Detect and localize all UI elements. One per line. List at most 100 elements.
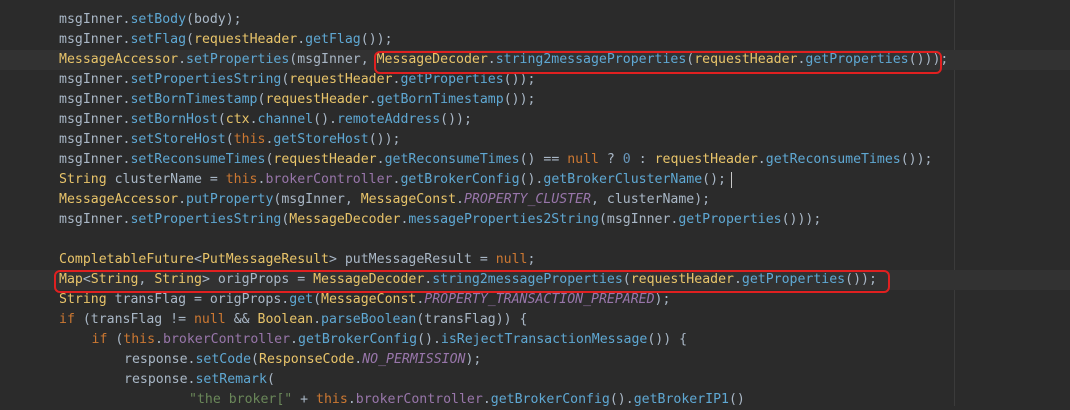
code-token: msgInner. bbox=[59, 12, 131, 27]
code-line-text: "the broker[" + this.brokerController.ge… bbox=[189, 390, 745, 410]
code-token: this bbox=[123, 332, 156, 347]
code-line[interactable]: msgInner.setBornHost(ctx.channel().remot… bbox=[0, 110, 1070, 130]
code-token: MessageConst bbox=[321, 292, 417, 307]
code-token: msgInner. bbox=[59, 72, 131, 87]
code-token: (). bbox=[609, 392, 634, 407]
code-token: setPropertiesString bbox=[130, 72, 282, 87]
code-token: setRemark bbox=[195, 372, 267, 387]
code-line[interactable]: response.setRemark( bbox=[0, 370, 1070, 390]
code-token: > putMessageResult = bbox=[328, 252, 496, 267]
code-token: () == bbox=[519, 152, 568, 167]
code-token: brokerController bbox=[265, 172, 393, 187]
code-line[interactable]: "the broker[" + this.brokerController.ge… bbox=[0, 390, 1070, 410]
code-token: brokerController bbox=[355, 392, 483, 407]
code-token: ())); bbox=[781, 212, 822, 227]
code-token: Boolean bbox=[257, 312, 314, 327]
code-token: getStoreHost bbox=[273, 132, 369, 147]
code-line-text: msgInner.setBornHost(ctx.channel().remot… bbox=[59, 110, 472, 130]
code-line[interactable]: msgInner.setBornTimestamp(requestHeader.… bbox=[0, 90, 1070, 110]
code-line[interactable] bbox=[0, 230, 1070, 250]
code-line[interactable]: CompletableFuture<PutMessageResult> putM… bbox=[0, 250, 1070, 270]
code-token: ); bbox=[654, 292, 671, 307]
code-token: (transFlag)) { bbox=[416, 312, 528, 327]
code-token: (msgInner, bbox=[289, 52, 377, 67]
code-token: . bbox=[178, 192, 187, 207]
code-token: ResponseCode bbox=[259, 352, 355, 367]
code-token: transFlag = origProps. bbox=[106, 292, 290, 307]
code-token: . bbox=[347, 392, 356, 407]
code-line[interactable]: msgInner.setReconsumeTimes(requestHeader… bbox=[0, 150, 1070, 170]
code-token: ()); bbox=[368, 132, 401, 147]
code-token: setProperties bbox=[186, 52, 290, 67]
code-token: getBrokerConfig bbox=[490, 392, 610, 407]
code-token: setStoreHost bbox=[130, 132, 226, 147]
code-token: getProperties bbox=[400, 72, 504, 87]
code-token: ; bbox=[527, 252, 536, 267]
code-token: msgInner. bbox=[59, 212, 131, 227]
code-token: if bbox=[91, 332, 108, 347]
code-token: ); bbox=[465, 352, 482, 367]
code-line[interactable]: if (transFlag != null && Boolean.parseBo… bbox=[0, 310, 1070, 330]
code-line-text: msgInner.setBody(body); bbox=[59, 10, 242, 30]
code-line-text: msgInner.setBornTimestamp(requestHeader.… bbox=[59, 90, 535, 110]
code-token: parseBoolean bbox=[321, 312, 417, 327]
code-token: String bbox=[59, 172, 107, 187]
code-token: setFlag bbox=[130, 32, 187, 47]
code-token: msgInner. bbox=[59, 112, 131, 127]
code-editor[interactable]: msgInner.setBody(body); msgInner.setFlag(… bbox=[0, 0, 1070, 407]
code-token: setPropertiesString bbox=[130, 212, 282, 227]
code-token: PROPERTY_TRANSACTION_PREPARED bbox=[424, 292, 655, 307]
code-token: channel bbox=[257, 112, 314, 127]
code-token: requestHeader bbox=[194, 32, 298, 47]
code-token: . bbox=[482, 392, 491, 407]
code-token: ( bbox=[186, 32, 194, 47]
code-line[interactable]: if (this.brokerController.getBrokerConfi… bbox=[0, 330, 1070, 350]
code-line[interactable]: MessageAccessor.putProperty(msgInner, Me… bbox=[0, 190, 1070, 210]
code-token: PROPERTY_CLUSTER bbox=[463, 192, 592, 207]
code-token: MessageConst bbox=[360, 192, 457, 207]
code-token: isRejectTransactionMessage bbox=[440, 332, 648, 347]
code-line-text: String clusterName = this.brokerControll… bbox=[59, 170, 726, 190]
highlight-box-origProps-declaration bbox=[54, 270, 890, 293]
code-token: response. bbox=[124, 352, 196, 367]
code-line[interactable]: msgInner.setPropertiesString(MessageDeco… bbox=[0, 210, 1070, 230]
code-line[interactable]: String clusterName = this.brokerControll… bbox=[0, 170, 1070, 190]
code-token: ( bbox=[107, 332, 124, 347]
code-token: (). bbox=[519, 172, 544, 187]
code-line[interactable]: String transFlag = origProps.get(Message… bbox=[0, 290, 1070, 310]
code-line[interactable]: response.setCode(ResponseCode.NO_PERMISS… bbox=[0, 350, 1070, 370]
code-line[interactable]: msgInner.setFlag(requestHeader.getFlag()… bbox=[0, 30, 1070, 50]
code-line[interactable]: msgInner.setBody(body); bbox=[0, 10, 1070, 30]
code-line-text: String transFlag = origProps.get(Message… bbox=[59, 290, 670, 310]
code-token: (body); bbox=[186, 12, 242, 27]
code-token: . bbox=[290, 332, 298, 347]
code-token: brokerController bbox=[163, 332, 291, 347]
code-token: getBornTimestamp bbox=[376, 92, 504, 107]
code-token: setBody bbox=[130, 12, 187, 27]
code-line-text: if (transFlag != null && Boolean.parseBo… bbox=[59, 310, 527, 330]
code-token: . bbox=[297, 32, 306, 47]
code-token: MessageAccessor bbox=[59, 192, 179, 207]
code-line-text: CompletableFuture<PutMessageResult> putM… bbox=[59, 250, 535, 270]
code-token: msgInner. bbox=[59, 92, 131, 107]
code-line-text: msgInner.setStoreHost(this.getStoreHost(… bbox=[59, 130, 400, 150]
code-token: putProperty bbox=[186, 192, 274, 207]
code-token: null bbox=[567, 152, 599, 167]
code-token: requestHeader bbox=[289, 72, 393, 87]
code-token: . bbox=[757, 152, 766, 167]
code-token: ( bbox=[266, 372, 275, 387]
code-token: get bbox=[289, 292, 314, 307]
code-token: ( bbox=[217, 112, 226, 127]
code-line[interactable]: msgInner.setStoreHost(this.getStoreHost(… bbox=[0, 130, 1070, 150]
code-token: PutMessageResult bbox=[201, 252, 329, 267]
code-token: + bbox=[292, 392, 317, 407]
code-token: requestHeader bbox=[273, 152, 377, 167]
code-token: setBornTimestamp bbox=[130, 92, 258, 107]
highlight-box-string2messageProperties-call bbox=[374, 51, 942, 74]
code-token: ( bbox=[251, 352, 259, 367]
code-token: ( bbox=[313, 292, 322, 307]
code-token: getBrokerClusterName bbox=[543, 172, 703, 187]
code-token: null bbox=[193, 312, 226, 327]
code-line-text: if (this.brokerController.getBrokerConfi… bbox=[92, 330, 688, 350]
code-token: . bbox=[313, 312, 322, 327]
